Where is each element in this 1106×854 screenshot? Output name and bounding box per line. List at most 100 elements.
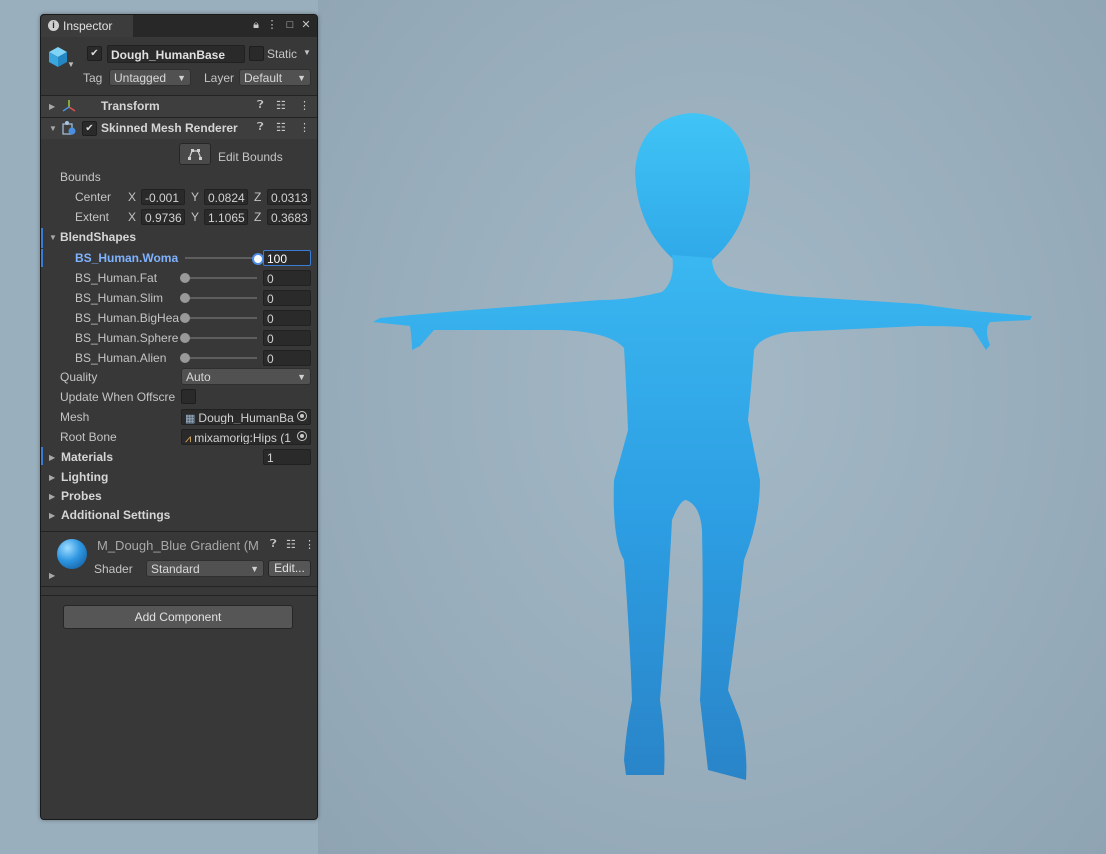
kebab-menu-icon[interactable]: ⋮ [299,99,310,112]
edit-bounds-button[interactable] [179,143,211,165]
blendshape-value-field[interactable]: 100 [263,250,311,266]
mesh-label: Mesh [60,410,90,424]
maximize-icon[interactable]: □ [283,18,297,32]
layer-value: Default [244,71,283,85]
blendshape-slider-track[interactable] [185,357,257,359]
blendshape-slider-handle[interactable] [180,353,190,363]
character-model[interactable] [318,0,1106,854]
quality-dropdown[interactable]: Auto ▼ [181,368,311,385]
mesh-value: Dough_HumanBa [198,411,294,425]
static-dropdown-arrow-icon[interactable]: ▼ [303,48,311,57]
foldout-down-icon[interactable]: ▼ [49,233,57,242]
blendshape-slider-handle[interactable] [180,293,190,303]
modified-indicator [41,447,43,465]
help-icon[interactable]: ❓︎ [257,99,264,112]
preset-sliders-icon[interactable]: ☷ [276,99,286,112]
axis-z-label: Z [254,190,262,204]
materials-size-field[interactable]: 1 [263,449,311,465]
shader-dropdown[interactable]: Standard ▼ [146,560,264,577]
root-bone-value: mixamorig:Hips (1 [194,431,291,445]
foldout-right-icon[interactable]: ▶ [49,571,55,580]
center-x-field[interactable]: -0.001 [141,189,185,205]
blendshape-slider-handle[interactable] [180,313,190,323]
blendshape-slider-handle[interactable] [180,273,190,283]
center-y-field[interactable]: 0.0824 [204,189,248,205]
extent-label: Extent [75,210,110,224]
materials-label: Materials [61,450,114,464]
root-bone-object-field[interactable]: ⩘ mixamorig:Hips (1 [181,429,311,445]
kebab-menu-icon[interactable]: ⋮ [304,538,315,551]
close-icon[interactable]: ✕ [299,18,313,32]
update-offscreen-checkbox[interactable] [181,389,196,404]
skinned-mesh-icon [62,121,76,135]
tag-dropdown[interactable]: Untagged ▼ [109,69,191,86]
divider [41,586,317,587]
edit-shader-button[interactable]: Edit... [268,560,311,577]
tab-inspector[interactable]: i Inspector [41,15,133,37]
kebab-menu-icon[interactable]: ⋮ [299,121,310,134]
transform-label: Transform [101,99,160,113]
blendshape-value-field[interactable]: 0 [263,310,311,326]
blendshape-value-field[interactable]: 0 [263,290,311,306]
help-icon[interactable]: ❓︎ [257,121,264,134]
skinned-mesh-renderer-header[interactable]: ▼ ✔ Skinned Mesh Renderer ❓︎ ☷ ⋮ [41,118,317,139]
divider [41,531,317,532]
foldout-right-icon[interactable]: ▶ [49,102,55,111]
blendshape-slider-handle[interactable] [180,333,190,343]
object-picker-icon[interactable] [297,431,307,441]
static-checkbox[interactable] [249,46,264,61]
blendshape-value-field[interactable]: 0 [263,350,311,366]
blendshape-label: BS_Human.Fat [75,271,158,285]
mesh-grid-icon: ▦ [185,413,196,425]
preset-sliders-icon[interactable]: ☷ [286,538,296,551]
blendshape-slider-track[interactable] [185,257,257,259]
kebab-menu-icon[interactable]: ⋮ [265,18,279,32]
axis-y-label: Y [191,210,200,224]
static-label: Static [267,47,298,61]
blendshape-value-field[interactable]: 0 [263,270,311,286]
probes-label[interactable]: Probes [61,489,102,503]
object-picker-icon[interactable] [297,411,307,421]
foldout-right-icon[interactable]: ▶ [49,473,55,482]
info-icon: i [48,20,59,31]
foldout-right-icon[interactable]: ▶ [49,453,55,462]
blendshape-value-field[interactable]: 0 [263,330,311,346]
add-component-button[interactable]: Add Component [63,605,293,629]
layer-label: Layer [204,71,235,85]
shader-value: Standard [151,562,200,576]
blendshape-label: BS_Human.Alien [75,351,167,365]
preset-sliders-icon[interactable]: ☷ [276,121,286,134]
center-z-field[interactable]: 0.0313 [267,189,311,205]
foldout-down-icon[interactable]: ▼ [49,124,57,133]
extent-z-field[interactable]: 0.3683 [267,209,311,225]
extent-y-field[interactable]: 1.1065 [204,209,248,225]
renderer-enabled-checkbox[interactable]: ✔ [82,121,97,136]
foldout-right-icon[interactable]: ▶ [49,492,55,501]
axis-y-label: Y [191,190,200,204]
blendshape-slider-track[interactable] [185,337,257,339]
blendshape-label: BS_Human.Sphere [75,331,179,345]
icon-dropdown-arrow-icon[interactable]: ▼ [67,60,75,69]
help-icon[interactable]: ❓︎ [270,538,277,551]
mesh-object-field[interactable]: ▦ Dough_HumanBa [181,409,311,425]
chevron-down-icon: ▼ [250,564,259,574]
blendshape-slider-track[interactable] [185,317,257,319]
scene-viewport[interactable] [318,0,1106,854]
additional-settings-label[interactable]: Additional Settings [61,508,170,522]
layer-dropdown[interactable]: Default ▼ [239,69,311,86]
object-active-checkbox[interactable]: ✔ [87,46,102,61]
object-name-field[interactable]: Dough_HumanBase [107,45,245,63]
blendshape-label: BS_Human.BigHea [75,311,179,325]
extent-x-field[interactable]: 0.9736 [141,209,185,225]
tag-value: Untagged [114,71,167,85]
modified-indicator [41,228,43,248]
foldout-right-icon[interactable]: ▶ [49,511,55,520]
blendshape-slider-track[interactable] [185,297,257,299]
shader-label: Shader [94,562,133,576]
edit-bounds-icon [188,149,202,160]
transform-header[interactable]: ▶ Transform ❓︎ ☷ ⋮ [41,96,317,117]
blendshape-slider-track[interactable] [185,277,257,279]
inspector-window: i Inspector 🔒︎ ⋮ □ ✕ ▼ ✔ Dough_HumanBase… [40,14,318,820]
lock-icon[interactable]: 🔒︎ [249,18,263,32]
lighting-label[interactable]: Lighting [61,470,108,484]
